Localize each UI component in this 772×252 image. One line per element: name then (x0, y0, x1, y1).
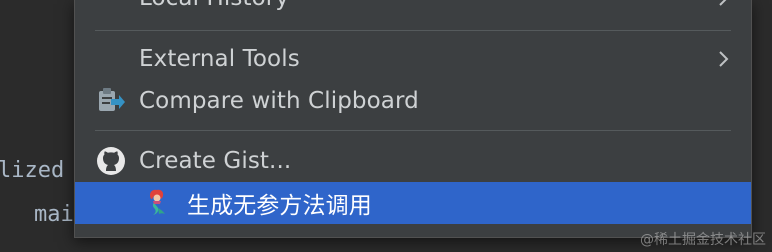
menu-item-label: Create Gist... (139, 148, 292, 174)
menu-separator (95, 30, 731, 31)
menu-item-local-history[interactable]: Local History (75, 0, 751, 18)
menu-item-external-tools[interactable]: External Tools (75, 39, 751, 79)
menu-item-compare-with-clipboard[interactable]: Compare with Clipboard (75, 81, 751, 121)
chevron-right-icon (719, 0, 727, 6)
code-line-fragment: mai (34, 202, 74, 227)
menu-item-generate-no-arg-method-call[interactable]: 生成无参方法调用 (75, 182, 751, 224)
context-menu: Local History External Tools Compare wit… (74, 0, 752, 238)
mermaid-plugin-icon (150, 189, 165, 215)
compare-clipboard-icon (99, 88, 125, 111)
menu-item-label: Compare with Clipboard (139, 88, 419, 114)
menu-item-create-gist[interactable]: Create Gist... (75, 141, 751, 181)
github-icon (97, 147, 125, 175)
chevron-right-icon (719, 51, 729, 67)
watermark-text: @稀土掘金技术社区 (640, 232, 766, 248)
menu-item-label: External Tools (139, 46, 300, 72)
menu-item-label: 生成无参方法调用 (187, 193, 372, 219)
menu-item-label: Local History (139, 0, 289, 11)
code-line-fragment: lized (0, 158, 65, 183)
menu-separator (95, 130, 731, 131)
